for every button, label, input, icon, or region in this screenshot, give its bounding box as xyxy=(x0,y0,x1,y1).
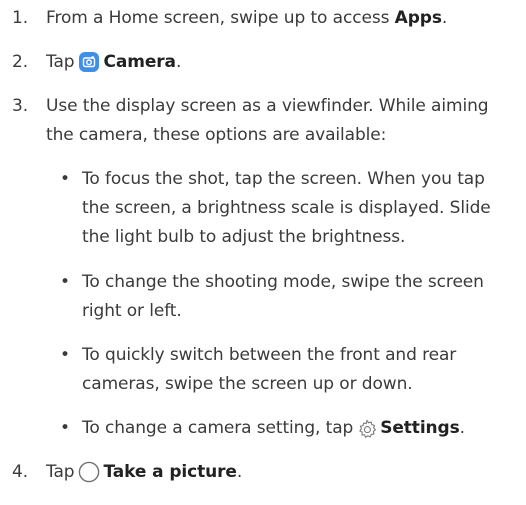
bullet-text: To change a camera setting, tap Settings… xyxy=(82,414,516,449)
step-text: Tap Take a picture. xyxy=(46,458,516,493)
instruction-document: 1. From a Home screen, swipe up to acces… xyxy=(0,0,526,505)
step-number: 2. xyxy=(12,52,29,72)
settings-label: Settings xyxy=(380,418,460,438)
step-number: 4. xyxy=(12,462,29,482)
shutter-button-icon xyxy=(78,461,100,493)
bullet-text: To focus the shot, tap the screen. When … xyxy=(82,169,491,247)
step-number: 1. xyxy=(12,8,29,28)
take-picture-label: Take a picture xyxy=(103,462,237,482)
bullet-dot: • xyxy=(60,169,70,189)
apps-label: Apps xyxy=(394,8,442,28)
step-text: Tap Camera. xyxy=(46,48,516,83)
bullet-text: To quickly switch between the front and … xyxy=(82,345,457,394)
step-text: Use the display screen as a viewfinder. … xyxy=(46,96,489,145)
step-number: 3. xyxy=(12,96,29,116)
camera-app-icon xyxy=(78,51,100,83)
camera-label: Camera xyxy=(103,52,176,72)
bullet-dot: • xyxy=(60,345,70,365)
gear-icon xyxy=(357,419,377,449)
bullet-text: To change the shooting mode, swipe the s… xyxy=(82,272,484,321)
bullet-dot: • xyxy=(60,418,70,438)
bullet-dot: • xyxy=(60,272,70,292)
step-text: From a Home screen, swipe up to access A… xyxy=(46,8,448,28)
